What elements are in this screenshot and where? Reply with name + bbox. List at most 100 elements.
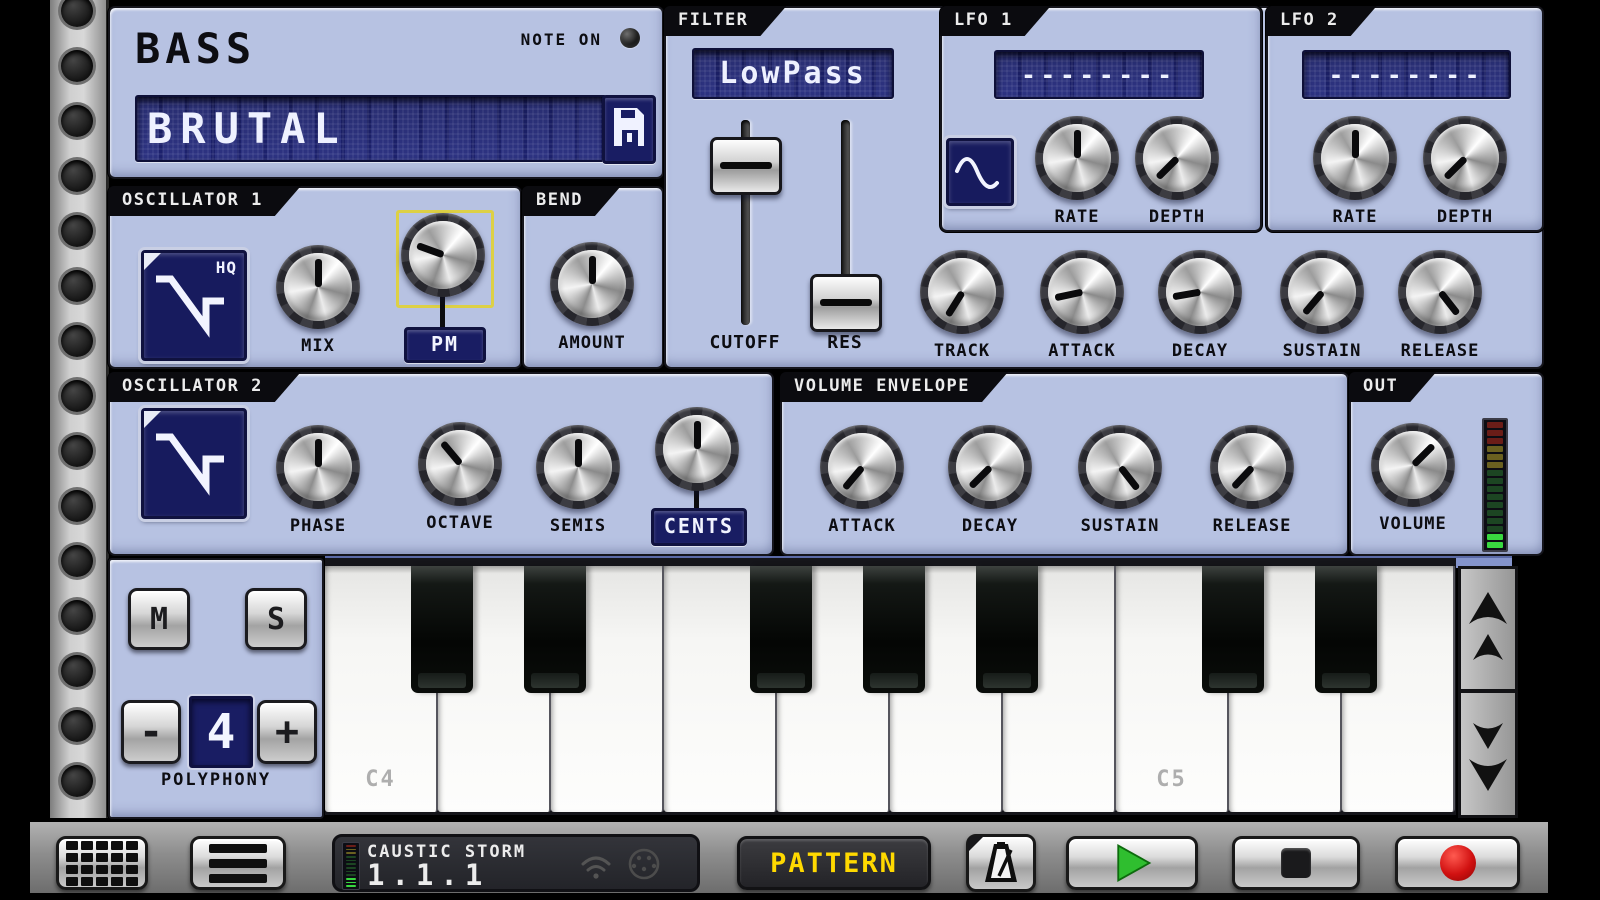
lfo1-depth-knob[interactable]: DEPTH: [1117, 116, 1237, 227]
meter-segment: [1487, 478, 1503, 484]
keyboard: C4C5: [325, 558, 1456, 815]
filter-attack-knob[interactable]: ATTACK: [1022, 250, 1142, 361]
lfo2-depth-knob[interactable]: DEPTH: [1405, 116, 1525, 227]
pattern-button[interactable]: PATTERN: [737, 836, 931, 890]
polyphony-label: POLYPHONY: [110, 770, 322, 790]
osc2-octave-knob[interactable]: OCTAVE: [400, 422, 520, 533]
meter-segment: [1487, 422, 1503, 428]
osc2-cents-knob[interactable]: [637, 407, 757, 491]
volenv-sustain-knob[interactable]: SUSTAIN: [1060, 425, 1180, 536]
octave-up-button[interactable]: [1458, 566, 1518, 692]
note-on-led: [620, 28, 640, 48]
black-key-D#5[interactable]: [1315, 566, 1377, 693]
pads-view-button[interactable]: [56, 836, 148, 890]
meter-segment: [1487, 470, 1503, 476]
play-button[interactable]: [1066, 836, 1198, 890]
meter-segment: [346, 863, 356, 865]
rack-screw-hole: [61, 50, 93, 82]
osc1-pm-mode-button[interactable]: PM: [404, 327, 486, 363]
knob-label: SUSTAIN: [1262, 341, 1382, 361]
volenv-decay-knob[interactable]: DECAY: [930, 425, 1050, 536]
knob-label: DEPTH: [1405, 207, 1525, 227]
osc2-semis-knob[interactable]: SEMIS: [518, 425, 638, 536]
meter-segment: [1487, 438, 1503, 444]
black-key-C#4[interactable]: [411, 566, 473, 693]
transport-level-meter: [342, 842, 360, 890]
lfo1-waveform-button[interactable]: [946, 138, 1014, 206]
output-level-meter: [1482, 418, 1508, 552]
filter-sustain-knob[interactable]: SUSTAIN: [1262, 250, 1382, 361]
osc1-mix-knob[interactable]: MIX: [258, 245, 378, 356]
octave-down-button[interactable]: [1458, 690, 1518, 818]
meter-segment: [346, 845, 356, 847]
filter-decay-knob[interactable]: DECAY: [1140, 250, 1260, 361]
black-key-D#4[interactable]: [524, 566, 586, 693]
osc2-waveform-button[interactable]: [141, 408, 247, 519]
mute-button[interactable]: M: [128, 588, 190, 650]
pm-knob-stem: [440, 296, 445, 330]
osc1-waveform-button[interactable]: HQ: [141, 250, 247, 361]
cutoff-label: CUTOFF: [680, 332, 810, 353]
meter-segment: [346, 882, 356, 884]
polyphony-value-display: 4: [189, 696, 253, 768]
out-volume-knob[interactable]: VOLUME: [1353, 423, 1473, 534]
meter-segment: [1487, 526, 1503, 532]
song-position: 1.1.1: [367, 858, 489, 892]
bend-amount-knob[interactable]: AMOUNT: [532, 242, 652, 353]
pad-grid-icon: [66, 841, 138, 886]
stop-button[interactable]: [1232, 836, 1360, 890]
lfo2-rate-knob[interactable]: RATE: [1295, 116, 1415, 227]
cents-knob-stem: [694, 488, 699, 510]
solo-button[interactable]: S: [245, 588, 307, 650]
meter-segment: [346, 885, 356, 887]
polyphony-decrement-button[interactable]: -: [121, 700, 181, 764]
volenv-attack-knob[interactable]: ATTACK: [802, 425, 922, 536]
note-on-label: NOTE ON: [521, 30, 602, 49]
meter-segment: [1487, 518, 1503, 524]
meter-segment: [1487, 510, 1503, 516]
lfo2-tab: LFO 2: [1266, 6, 1377, 36]
polyphony-increment-button[interactable]: +: [257, 700, 317, 764]
knob-label: DECAY: [930, 516, 1050, 536]
cutoff-slider-handle[interactable]: [710, 137, 782, 195]
filter-res-slider[interactable]: [841, 120, 850, 325]
meter-segment: [346, 852, 356, 854]
black-key-G#4[interactable]: [863, 566, 925, 693]
filter-type-display[interactable]: LowPass: [692, 48, 894, 99]
record-button[interactable]: [1395, 836, 1520, 890]
volume-envelope-tab: VOLUME ENVELOPE: [780, 372, 1008, 402]
osc2-phase-knob[interactable]: PHASE: [258, 425, 378, 536]
filter-track-knob[interactable]: TRACK: [902, 250, 1022, 361]
osc2-cents-mode-button[interactable]: CENTS: [651, 508, 747, 546]
osc1-hq-label: HQ: [216, 258, 237, 277]
rack-screw-hole: [61, 600, 93, 632]
osc1-pm-knob[interactable]: [383, 213, 503, 297]
floppy-disk-icon: [609, 104, 649, 150]
black-key-F#4[interactable]: [750, 566, 812, 693]
header-panel: BASS NOTE ON BRUTAL: [108, 6, 664, 179]
filter-release-knob[interactable]: RELEASE: [1380, 250, 1500, 361]
res-slider-handle[interactable]: [810, 274, 882, 332]
meter-segment: [346, 871, 356, 873]
lfo1-display[interactable]: --------: [994, 50, 1204, 99]
lfo2-display[interactable]: --------: [1302, 50, 1511, 99]
volenv-release-knob[interactable]: RELEASE: [1192, 425, 1312, 536]
preset-name: BRUTAL: [147, 104, 347, 153]
menu-button[interactable]: [190, 836, 286, 890]
save-preset-button[interactable]: [602, 95, 656, 164]
song-position-display[interactable]: CAUSTIC STORM 1.1.1: [332, 834, 700, 892]
meter-segment: [346, 856, 356, 858]
wifi-icon: [579, 851, 613, 881]
metronome-button[interactable]: [966, 834, 1036, 892]
preset-name-display[interactable]: BRUTAL: [135, 95, 607, 162]
record-circle-icon: [1440, 845, 1476, 881]
meter-segment: [346, 874, 356, 876]
rack-screw-hole: [61, 270, 93, 302]
knob-label: SEMIS: [518, 516, 638, 536]
rack-screw-hole: [61, 0, 93, 27]
filter-cutoff-slider[interactable]: [741, 120, 750, 325]
knob-label: ATTACK: [802, 516, 922, 536]
key-label-C4: C4: [325, 767, 436, 792]
black-key-A#4[interactable]: [976, 566, 1038, 693]
black-key-C#5[interactable]: [1202, 566, 1264, 693]
